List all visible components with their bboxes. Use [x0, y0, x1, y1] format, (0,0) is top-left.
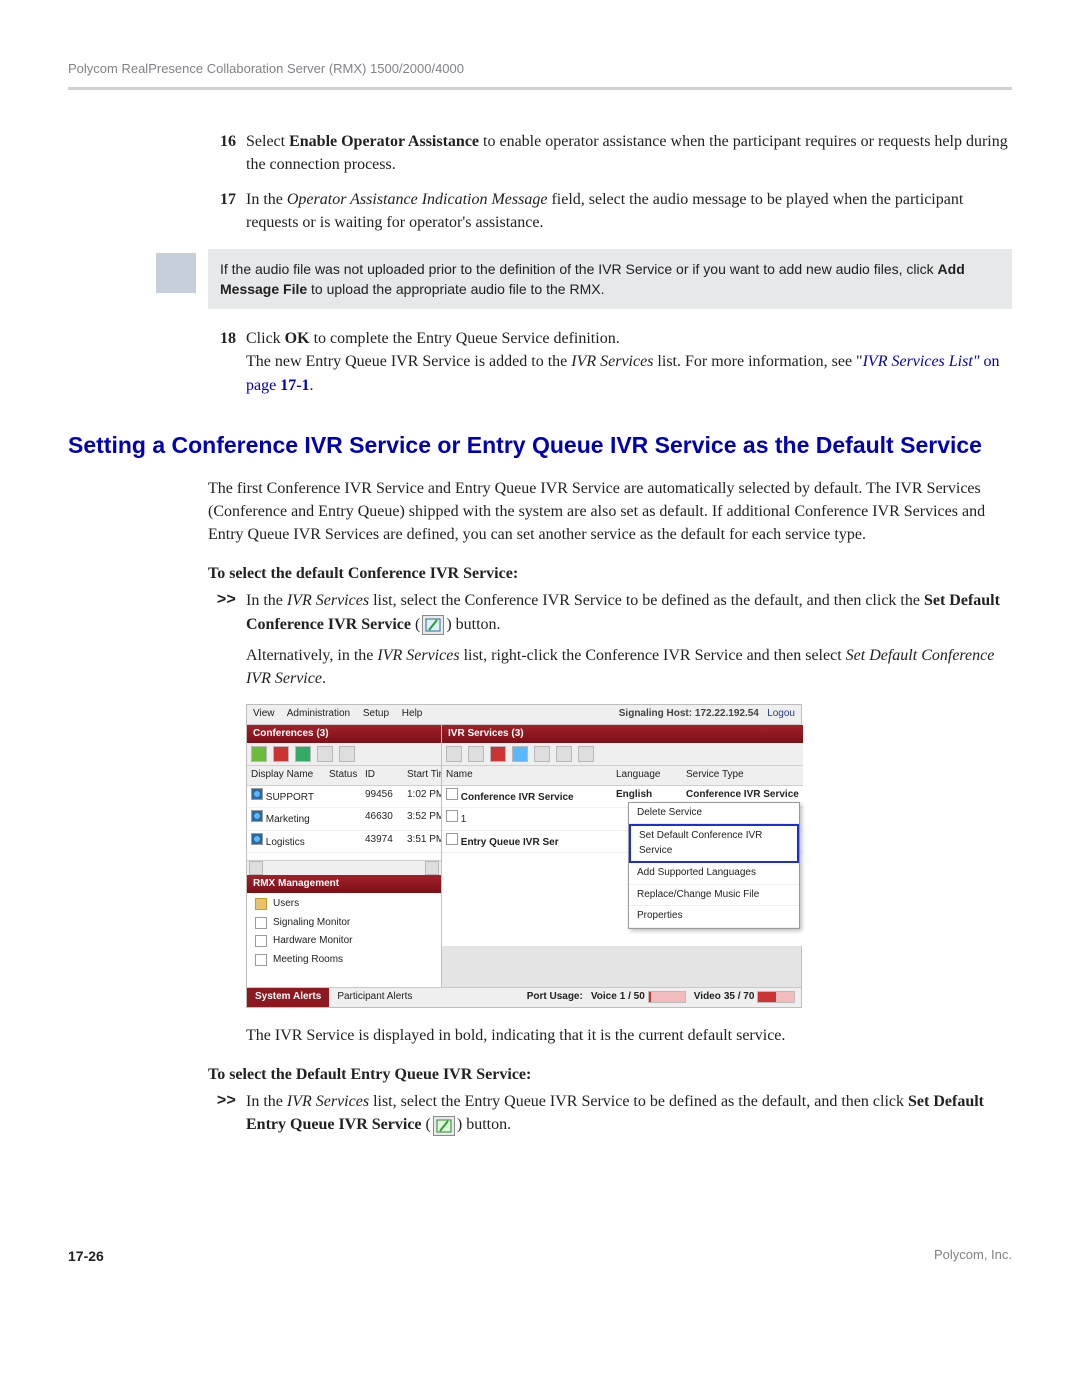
- procedure-step: >> In the IVR Services list, select the …: [208, 589, 1012, 690]
- video-value: 35 / 70: [724, 990, 755, 1005]
- service-icon: [446, 788, 458, 800]
- logout-link[interactable]: Logou: [767, 708, 795, 719]
- port-usage-label: Port Usage:: [527, 990, 583, 1005]
- ivr-toolbar: [442, 743, 803, 766]
- conference-icon: [251, 833, 263, 845]
- step-number: 16: [208, 130, 246, 176]
- signal-host-value: 172.22.192.54: [695, 708, 759, 719]
- table-row[interactable]: Marketing 466303:52 PM: [247, 808, 441, 831]
- toolbar-icon[interactable]: [317, 746, 333, 762]
- video-gauge: [757, 991, 795, 1003]
- ctx-properties[interactable]: Properties: [629, 906, 799, 928]
- service-icon: [446, 810, 458, 822]
- signal-host-label: Signaling Host:: [619, 708, 692, 719]
- mgmt-item-signaling-monitor[interactable]: Signaling Monitor: [247, 914, 441, 933]
- table-row[interactable]: Logistics 439743:51 PM: [247, 831, 441, 854]
- status-bar: System Alerts Participant Alerts Port Us…: [247, 987, 801, 1007]
- conferences-panel-header: Conferences (3): [247, 725, 441, 744]
- toolbar-icon[interactable]: [556, 746, 572, 762]
- conference-icon: [251, 788, 263, 800]
- note-callout: If the audio file was not uploaded prior…: [68, 249, 1012, 310]
- step-number: 18: [208, 327, 246, 397]
- procedure-heading: To select the default Conference IVR Ser…: [208, 562, 1012, 585]
- step-body: In the Operator Assistance Indication Me…: [246, 188, 1012, 234]
- header-rule: [68, 87, 1012, 90]
- intro-paragraph: The first Conference IVR Service and Ent…: [208, 477, 1012, 547]
- monitor-icon: [255, 917, 267, 929]
- scroll-left-icon[interactable]: [249, 861, 263, 875]
- room-icon: [255, 954, 267, 966]
- step-body: Select Enable Operator Assistance to ena…: [246, 130, 1012, 176]
- ivr-services-panel-header: IVR Services (3): [442, 725, 803, 744]
- step-number: 17: [208, 188, 246, 234]
- embedded-screenshot: View Administration Setup Help Signaling…: [246, 704, 802, 1008]
- toolbar-icon[interactable]: [251, 746, 267, 762]
- voice-value: 1 / 50: [620, 990, 645, 1005]
- ivr-column-headers: Name Language Service Type: [442, 766, 803, 786]
- menubar: View Administration Setup Help Signaling…: [247, 705, 801, 725]
- note-text: If the audio file was not uploaded prior…: [208, 249, 1012, 310]
- page-footer: 17-26 Polycom, Inc.: [68, 1246, 1012, 1266]
- mgmt-item-hardware-monitor[interactable]: Hardware Monitor: [247, 932, 441, 951]
- running-header: Polycom RealPresence Collaboration Serve…: [68, 60, 1012, 87]
- scroll-right-icon[interactable]: [425, 861, 439, 875]
- set-default-conf-ivr-icon: [422, 615, 444, 635]
- note-icon: [156, 253, 196, 293]
- company-name: Polycom, Inc.: [934, 1246, 1012, 1266]
- after-screenshot-note: The IVR Service is displayed in bold, in…: [246, 1024, 1012, 1047]
- ctx-set-default-conf-ivr[interactable]: Set Default Conference IVR Service: [629, 824, 799, 863]
- menu-setup[interactable]: Setup: [363, 708, 389, 719]
- ctx-add-supported-languages[interactable]: Add Supported Languages: [629, 863, 799, 885]
- set-default-eq-ivr-icon: [433, 1116, 455, 1136]
- service-icon: [446, 833, 458, 845]
- voice-gauge: [648, 991, 686, 1003]
- toolbar-icon[interactable]: [512, 746, 528, 762]
- toolbar-icon[interactable]: [446, 746, 462, 762]
- menu-view[interactable]: View: [253, 708, 275, 719]
- page-number: 17-26: [68, 1246, 104, 1266]
- conferences-toolbar: [247, 743, 441, 766]
- toolbar-icon[interactable]: [273, 746, 289, 762]
- toolbar-icon[interactable]: [339, 746, 355, 762]
- toolbar-icon[interactable]: [534, 746, 550, 762]
- mgmt-item-meeting-rooms[interactable]: Meeting Rooms: [247, 951, 441, 970]
- conference-icon: [251, 810, 263, 822]
- step-body: Click OK to complete the Entry Queue Ser…: [246, 327, 1012, 397]
- toolbar-icon[interactable]: [578, 746, 594, 762]
- table-row[interactable]: SUPPORT 994561:02 PM: [247, 786, 441, 809]
- procedure-step: >> In the IVR Services list, select the …: [208, 1090, 1012, 1136]
- toolbar-icon[interactable]: [295, 746, 311, 762]
- rmx-management-header: RMX Management: [247, 875, 441, 894]
- folder-icon: [255, 898, 267, 910]
- section-heading: Setting a Conference IVR Service or Entr…: [68, 431, 1012, 461]
- menu-help[interactable]: Help: [402, 708, 423, 719]
- toolbar-icon[interactable]: [468, 746, 484, 762]
- video-label: Video: [694, 990, 721, 1005]
- hardware-icon: [255, 935, 267, 947]
- menu-administration[interactable]: Administration: [287, 708, 350, 719]
- ctx-delete-service[interactable]: Delete Service: [629, 803, 799, 825]
- mgmt-item-users[interactable]: Users: [247, 895, 441, 914]
- toolbar-icon[interactable]: [490, 746, 506, 762]
- voice-label: Voice: [591, 990, 617, 1005]
- numbered-steps: 16 Select Enable Operator Assistance to …: [208, 130, 1012, 235]
- tab-participant-alerts[interactable]: Participant Alerts: [329, 988, 420, 1007]
- ctx-replace-music-file[interactable]: Replace/Change Music File: [629, 885, 799, 907]
- conferences-column-headers: Display Name Status ID Start Tim: [247, 766, 441, 786]
- tab-system-alerts[interactable]: System Alerts: [247, 988, 329, 1007]
- procedure-heading: To select the Default Entry Queue IVR Se…: [208, 1063, 1012, 1086]
- context-menu: Delete Service Set Default Conference IV…: [628, 802, 800, 929]
